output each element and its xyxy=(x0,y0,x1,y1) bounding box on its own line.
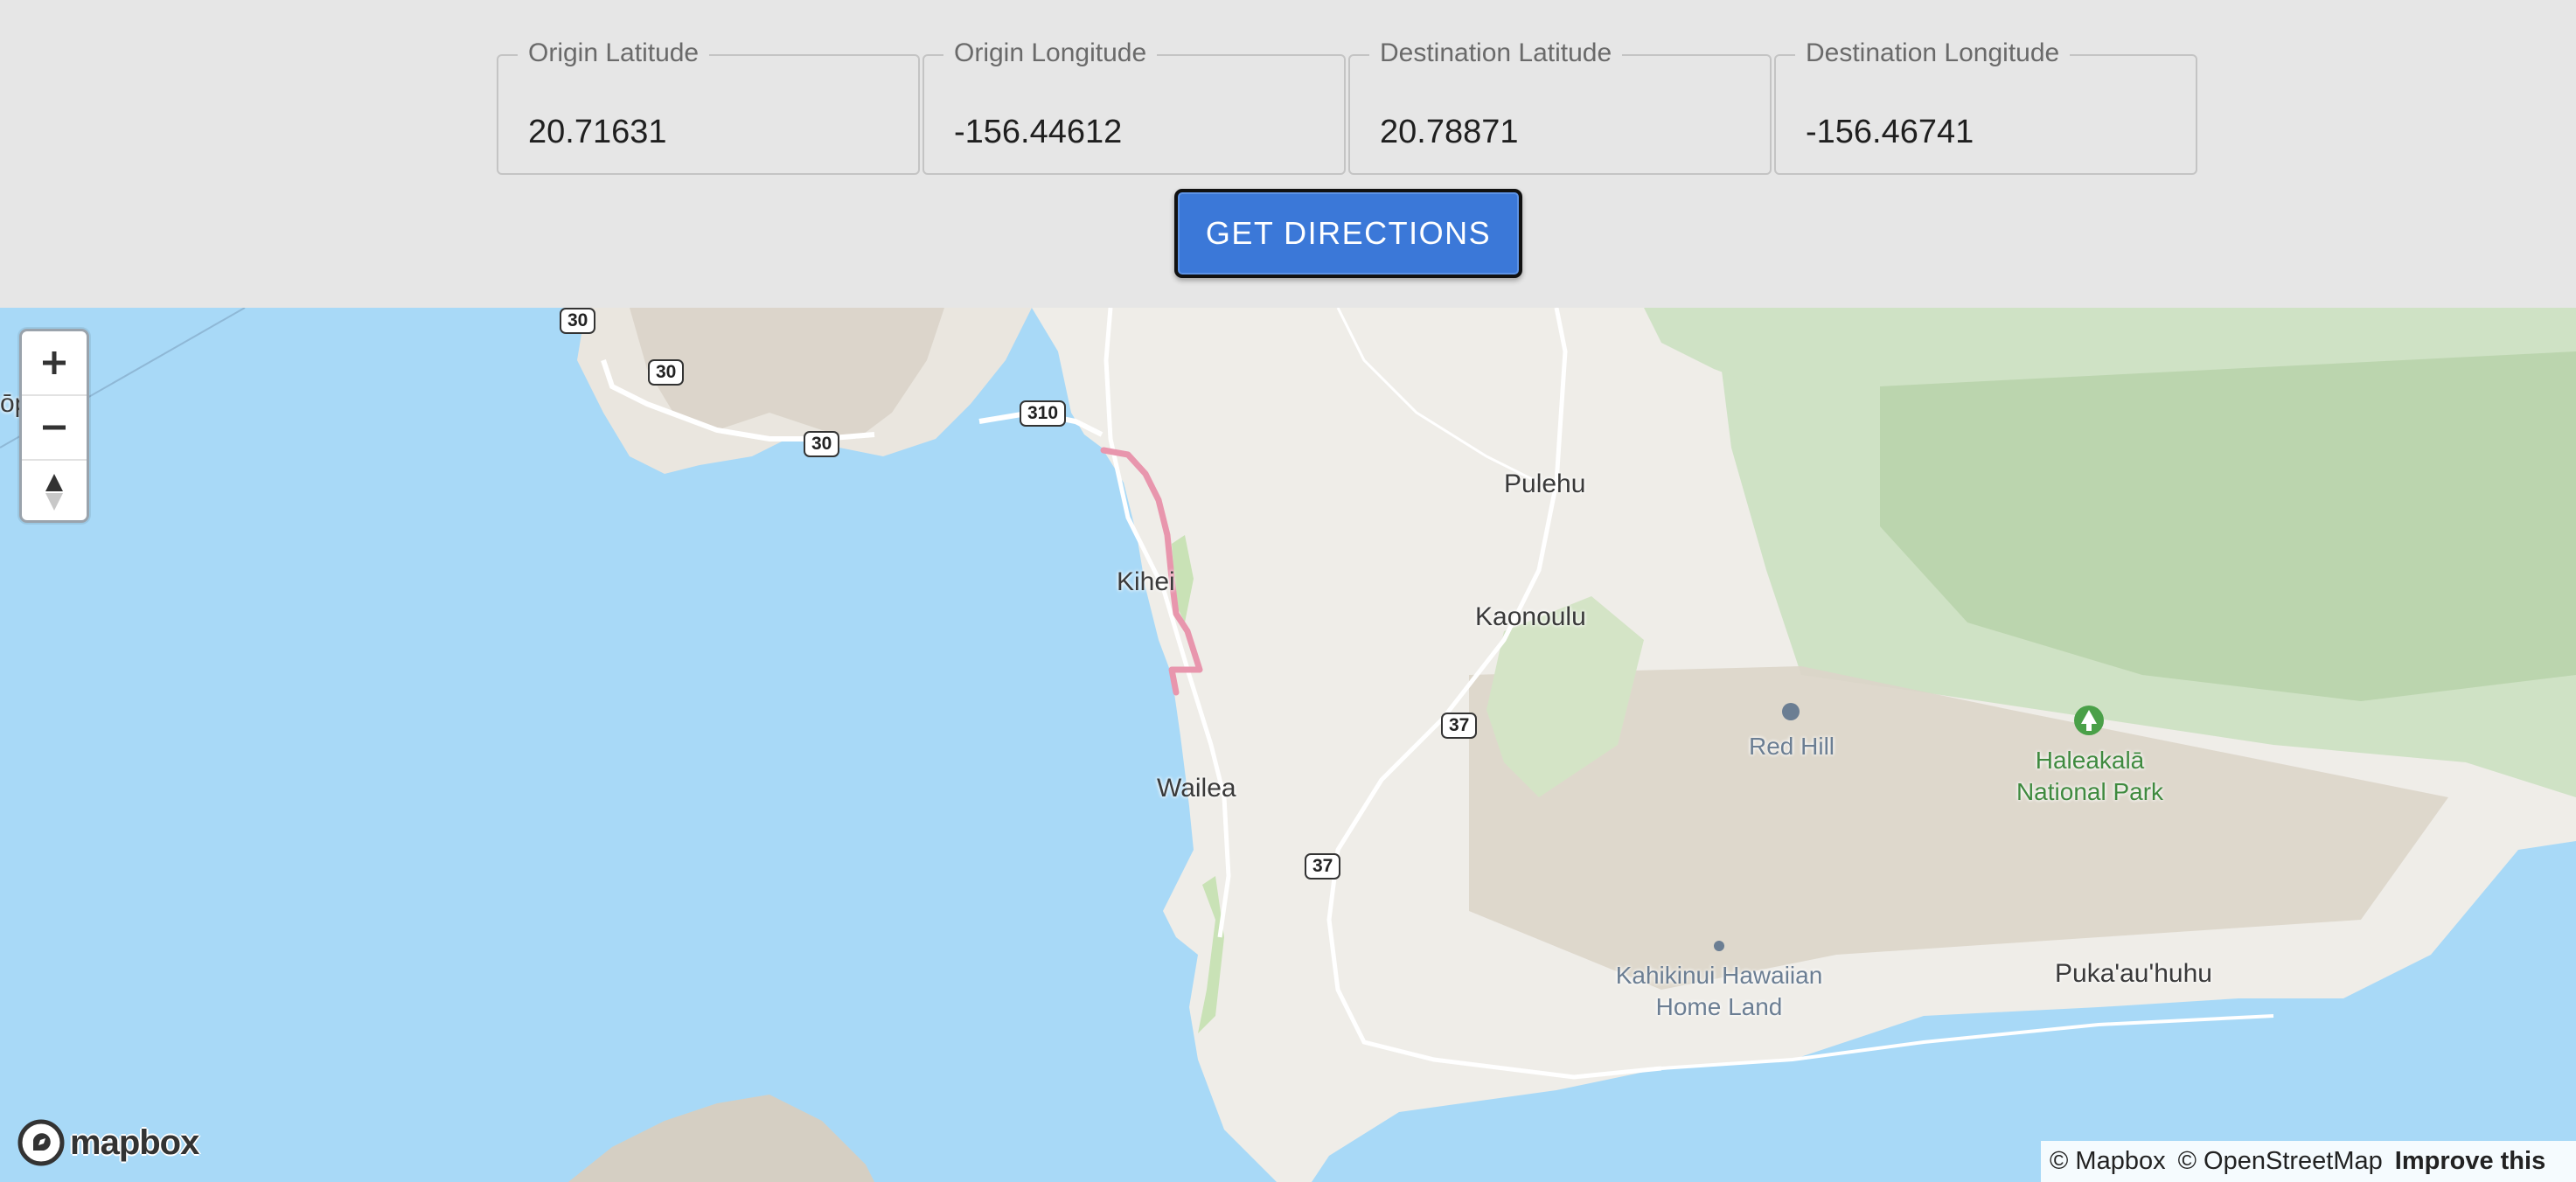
place-haleakala-line2: National Park xyxy=(2016,778,2164,805)
red-hill-marker xyxy=(1782,703,1800,720)
place-pukaauhuhu: Puka'au'huhu xyxy=(2055,959,2212,988)
origin-latitude-field[interactable]: Origin Latitude xyxy=(497,37,920,175)
mapbox-logo-icon xyxy=(17,1119,65,1166)
origin-longitude-input[interactable] xyxy=(924,56,1344,173)
compass-icon xyxy=(45,474,63,511)
place-haleakala-line1: Haleakalā xyxy=(2035,747,2145,774)
route-shield-30: 30 xyxy=(648,359,685,386)
route-shield-30: 30 xyxy=(560,308,596,334)
place-haleakala: Haleakalā National Park xyxy=(2002,745,2177,808)
coordinates-form: Origin Latitude Origin Longitude Destina… xyxy=(0,0,2576,308)
place-wailea: Wailea xyxy=(1157,774,1236,803)
route-shield-37: 37 xyxy=(1441,713,1478,739)
attribution-osm-link[interactable]: © OpenStreetMap xyxy=(2178,1147,2383,1176)
place-kahikinui-line1: Kahikinui Hawaiian xyxy=(1615,962,1823,989)
map-attribution: © Mapbox © OpenStreetMap Improve this xyxy=(2041,1141,2576,1182)
plus-icon xyxy=(43,351,66,374)
route-shield-310: 310 xyxy=(1020,400,1067,427)
get-directions-button[interactable]: GET DIRECTIONS xyxy=(1174,189,1522,278)
place-red-hill: Red Hill xyxy=(1749,733,1835,760)
place-kaonoulu: Kaonoulu xyxy=(1475,602,1586,631)
destination-latitude-input[interactable] xyxy=(1350,56,1770,173)
route-shield-30: 30 xyxy=(804,431,840,457)
destination-longitude-input[interactable] xyxy=(1776,56,2196,173)
attribution-mapbox-link[interactable]: © Mapbox xyxy=(2050,1147,2166,1176)
destination-longitude-field[interactable]: Destination Longitude xyxy=(1774,37,2197,175)
origin-longitude-field[interactable]: Origin Longitude xyxy=(922,37,1346,175)
zoom-in-button[interactable] xyxy=(22,331,87,394)
kahikinui-marker xyxy=(1714,941,1724,951)
map-navigation-control xyxy=(19,329,89,523)
mapbox-logo[interactable]: mapbox xyxy=(17,1119,199,1166)
reset-bearing-button[interactable] xyxy=(22,461,87,520)
route-shield-37: 37 xyxy=(1305,853,1341,880)
zoom-out-button[interactable] xyxy=(22,396,87,459)
map-base-layer xyxy=(0,308,2576,1182)
place-kahikinui: Kahikinui Hawaiian Home Land xyxy=(1588,960,1850,1023)
origin-latitude-input[interactable] xyxy=(498,56,918,173)
place-kahikinui-line2: Home Land xyxy=(1655,993,1783,1020)
place-kihei: Kihei xyxy=(1117,567,1175,596)
map-canvas[interactable]: Pulehu Kihei Kaonoulu Wailea Red Hill Ha… xyxy=(0,308,2576,1182)
mapbox-logo-text: mapbox xyxy=(70,1123,199,1162)
improve-map-link[interactable]: Improve this xyxy=(2395,1147,2545,1176)
destination-latitude-field[interactable]: Destination Latitude xyxy=(1348,37,1772,175)
place-pulehu: Pulehu xyxy=(1504,469,1586,498)
minus-icon xyxy=(43,425,66,430)
